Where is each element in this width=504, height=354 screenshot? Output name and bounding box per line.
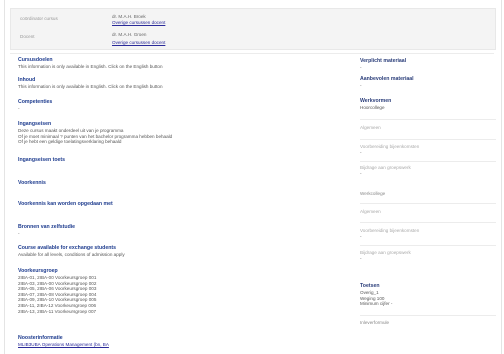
section-bronnen: Bronnen van zelfstudie -	[18, 224, 338, 237]
side-toetsen: Toetsen Overig_1 Weging 100 Minimum cijf…	[360, 283, 496, 307]
voorkeursgroep-line: 2IBA-13, 2IBA-11 Voorkeursgroep 007	[18, 308, 97, 314]
header-divider	[10, 53, 494, 54]
verplicht-title: Verplicht materiaal	[360, 58, 407, 64]
section-cursusdoelen: Cursusdoelen This information is only av…	[18, 57, 338, 70]
side-divider	[360, 222, 496, 223]
docent-label: Docent	[20, 34, 35, 39]
voorkennis-opgedaan-title: Voorkennis kan worden opgedaan met	[18, 201, 113, 207]
hc-bijdrage-value: -	[360, 171, 362, 176]
side-divider	[360, 203, 496, 204]
course-header-box	[10, 8, 496, 50]
section-voorkeursgroep: Voorkeursgroep 2IBA-01, 2IBA-00 Voorkeur…	[18, 268, 338, 314]
inhoud-text: This information is only available in En…	[18, 84, 163, 89]
side-aanbevolen: Aanbevolen materiaal -	[360, 76, 496, 89]
competenties-text: -	[18, 106, 20, 111]
section-ingangseisen: Ingangseisen Deze cursus maakt onderdeel…	[18, 121, 338, 145]
hc-bijdrage: Bijdrage aan groepswerk -	[360, 165, 496, 177]
werkcollege-title: Werkcollege	[360, 191, 386, 196]
side-divider	[360, 119, 496, 120]
side-divider	[360, 315, 496, 316]
hc-algemeen-label: Algemeen	[360, 125, 381, 130]
section-voorkennis-opgedaan: Voorkennis kan worden opgedaan met	[18, 201, 338, 208]
exchange-text: Available for all levels, conditions of …	[18, 252, 125, 257]
voorkeursgroep-title: Voorkeursgroep	[18, 268, 58, 274]
exchange-title: Course available for exchange students	[18, 245, 117, 251]
hc-algemeen: Algemeen	[360, 125, 496, 131]
ingangseisen-title: Ingangseisen	[18, 121, 52, 127]
coordinator-other-courses-link[interactable]: Overige cursussen docent	[112, 20, 165, 26]
nooster-title: Noosterinformatie	[18, 335, 63, 341]
hoorcollege-label: Hoorcollege	[360, 105, 385, 110]
side-inleverformule: Inleverformule	[360, 320, 496, 326]
toetsen-title: Toetsen	[360, 283, 380, 289]
ingangseisen-line: Of je hebt een geldige toelatingsverklar…	[18, 139, 122, 145]
wc-voorbereiding: Voorbereiding bijeenkomsten -	[360, 228, 496, 240]
aanbevolen-title: Aanbevolen materiaal	[360, 76, 414, 82]
side-werkcollege: Werkcollege	[360, 191, 496, 197]
section-voorkennis: Voorkennis	[18, 180, 338, 187]
wc-bijdrage-value: -	[360, 256, 362, 261]
wc-algemeen: Algemeen	[360, 209, 496, 215]
cursusdoelen-title: Cursusdoelen	[18, 57, 53, 63]
cursusdoelen-text: This information is only available in En…	[18, 64, 163, 69]
hc-voorbereiding-value: -	[360, 150, 362, 155]
verplicht-text: -	[360, 65, 362, 70]
section-inhoud: Inhoud This information is only availabl…	[18, 77, 338, 90]
side-divider	[360, 139, 496, 140]
side-divider	[360, 245, 496, 246]
docent-value: dr. M.A.H. Groen	[112, 32, 147, 37]
side-verplicht: Verplicht materiaal -	[360, 58, 496, 71]
aanbevolen-text: -	[360, 83, 362, 88]
inleverformule-label: Inleverformule	[360, 320, 390, 325]
competenties-title: Competenties	[18, 99, 53, 105]
bronnen-text: -	[18, 231, 20, 236]
toetsen-line: Minimum cijfer -	[360, 301, 393, 307]
werkvormen-title: Werkvormen	[360, 98, 392, 104]
nooster-course-link[interactable]: MLIB3UBA Operations Management (bn, BA	[18, 342, 338, 348]
section-nooster: Noosterinformatie MLIB3UBA Operations Ma…	[18, 335, 338, 348]
inhoud-title: Inhoud	[18, 77, 36, 83]
section-ingangseisen-toets: Ingangseisen toets	[18, 157, 338, 164]
ingangseisen-toets-title: Ingangseisen toets	[18, 157, 65, 163]
voorkennis-title: Voorkennis	[18, 180, 46, 186]
bronnen-title: Bronnen van zelfstudie	[18, 224, 76, 230]
wc-voorbereiding-value: -	[360, 234, 362, 239]
section-competenties: Competenties -	[18, 99, 338, 112]
hc-voorbereiding: Voorbereiding bijeenkomsten -	[360, 144, 496, 156]
side-werkvormen: Werkvormen Hoorcollege	[360, 98, 496, 111]
wc-algemeen-label: Algemeen	[360, 209, 381, 214]
wc-bijdrage: Bijdrage aan groepswerk -	[360, 250, 496, 262]
side-divider	[360, 161, 496, 162]
docent-other-courses-link[interactable]: Overige cursussen docent	[112, 40, 165, 46]
section-exchange: Course available for exchange students A…	[18, 245, 338, 258]
coordinator-label: coördinator cursus	[20, 16, 58, 21]
